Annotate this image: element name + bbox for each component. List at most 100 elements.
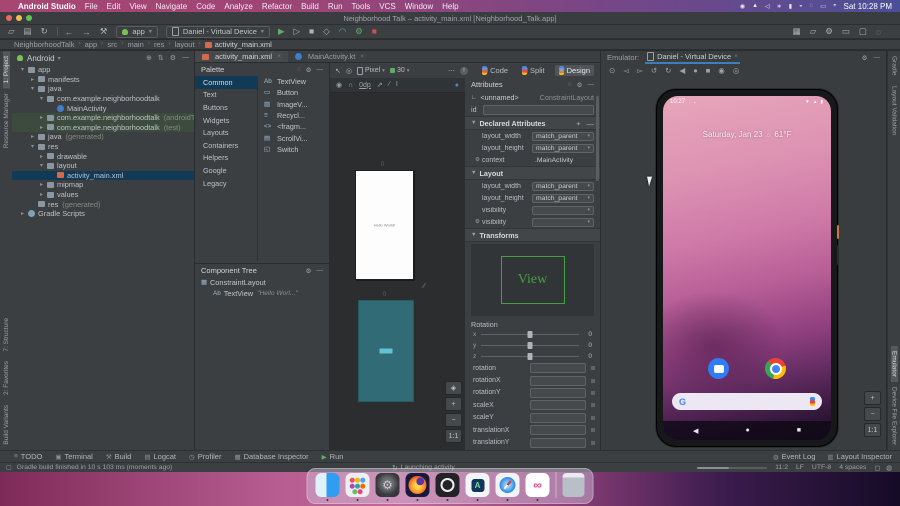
slider-thumb[interactable] <box>528 342 533 349</box>
dock-app-icon[interactable] <box>496 473 520 497</box>
emulator-zoom-button[interactable]: − <box>864 407 881 421</box>
emulator-control-icon[interactable]: ◀ <box>679 66 685 75</box>
emulator-control-icon[interactable]: ■ <box>706 66 711 75</box>
toolbar-right-icon[interactable]: ▢ <box>859 26 867 37</box>
toolbar-right-icon[interactable]: ▦ <box>793 26 801 37</box>
nav-back-button[interactable]: ◀ <box>693 427 698 435</box>
palette-category[interactable]: Layouts <box>195 126 257 139</box>
emulator-control-icon[interactable]: ↻ <box>665 66 671 75</box>
breadcrumb-item[interactable]: NeighborhoodTalk <box>14 40 74 49</box>
menubar-item[interactable]: View <box>129 2 146 11</box>
zoom-control-button[interactable]: − <box>445 413 462 427</box>
id-input[interactable] <box>483 105 594 115</box>
attributes-header-icon[interactable]: ⚙ <box>577 81 583 89</box>
transform-field-input[interactable] <box>530 425 586 435</box>
menubar-item[interactable]: Navigate <box>156 2 188 11</box>
status-bar-icon[interactable]: ◍ <box>886 464 892 472</box>
breadcrumb-item[interactable]: app <box>85 40 98 49</box>
tool-window-button[interactable]: ≡ TODO <box>14 452 42 461</box>
tree-expand-arrow[interactable]: ▾ <box>40 162 47 169</box>
menubar-item[interactable]: Code <box>196 2 215 11</box>
breadcrumb-file[interactable]: activity_main.xml <box>205 40 272 49</box>
palette-category[interactable]: Buttons <box>195 101 257 114</box>
attribute-value-dropdown[interactable]: .MainActivity <box>532 156 594 165</box>
toolbar-run-icon[interactable]: ■ <box>309 26 314 37</box>
component-tree-header-icon[interactable]: — <box>317 267 324 275</box>
design-preview-phone[interactable]: Hello World! <box>355 170 414 280</box>
tree-row[interactable]: ▾ layout <box>12 161 194 171</box>
breadcrumb-item[interactable]: src <box>107 40 117 49</box>
remove-attribute-button[interactable]: — <box>587 119 595 128</box>
toolbar-right-icon[interactable]: ▱ <box>810 26 817 37</box>
palette-item[interactable]: Ab TextView <box>258 76 329 87</box>
transform-field-input[interactable] <box>530 388 586 398</box>
component-tree-row[interactable]: Ab TextView "Hello Worl..." <box>195 288 329 299</box>
menubar-status-icon[interactable]: ▲ <box>752 3 758 10</box>
tree-row[interactable]: activity_main.xml <box>12 171 194 181</box>
project-header-icon[interactable]: ⇅ <box>158 54 164 62</box>
status-bar-icon[interactable]: ◻ <box>874 464 880 472</box>
tree-expand-arrow[interactable]: ▾ <box>31 85 38 92</box>
project-view-selector[interactable]: Android <box>27 54 55 63</box>
toolbar-nav-icon[interactable]: ← <box>65 27 74 37</box>
tool-window-button[interactable]: 1: Project <box>3 51 10 88</box>
editor-mode-button[interactable]: ▣ Design <box>555 65 594 76</box>
voice-search-mic-icon[interactable] <box>810 397 815 406</box>
attributes-header-icon[interactable]: — <box>588 81 595 89</box>
palette-item[interactable]: ▭ Button <box>258 87 329 98</box>
tree-row[interactable]: ▸ Gradle Scripts <box>12 209 194 219</box>
menubar-item[interactable]: Tools <box>352 2 371 11</box>
toolbar-run-icon[interactable]: ◠ <box>339 26 346 37</box>
editor-tab[interactable]: activity_main.xml × <box>195 51 288 62</box>
zoom-control-button[interactable]: + <box>445 397 462 411</box>
tool-window-button[interactable]: ▣ Terminal <box>55 452 93 461</box>
tool-window-button[interactable]: ▶ Run <box>322 452 344 461</box>
menubar-item[interactable]: Run <box>328 2 343 11</box>
toolbar-run-icon[interactable]: ▶ <box>278 26 285 37</box>
emulator-zoom-button[interactable]: 1:1 <box>864 423 881 437</box>
tool-window-button[interactable]: Device File Explorer <box>891 382 898 450</box>
menubar-status-icon[interactable]: ▭ <box>820 3 826 10</box>
constraint-tool-icon[interactable]: ⇗ <box>377 81 383 89</box>
tree-row[interactable]: res (generated) <box>12 199 194 209</box>
palette-category[interactable]: Text <box>195 89 257 102</box>
palette-category[interactable]: Widgets <box>195 114 257 127</box>
emulator-header-icon[interactable]: — <box>874 54 881 62</box>
constraint-tool-icon[interactable]: I <box>396 81 398 89</box>
tree-row[interactable]: ▸ com.example.neighborhoodtalk (test) <box>12 123 194 133</box>
add-attribute-button[interactable]: + <box>576 119 580 128</box>
resource-picker-icon[interactable] <box>591 441 595 445</box>
menubar-status-icon[interactable]: ∗ <box>777 3 782 10</box>
attribute-value-dropdown[interactable]: match_parent <box>532 194 594 203</box>
tree-expand-arrow[interactable]: ▸ <box>40 181 47 188</box>
resource-picker-icon[interactable] <box>591 428 595 432</box>
tree-row[interactable]: ▾ java <box>12 84 194 94</box>
menubar-item[interactable]: Edit <box>107 2 121 11</box>
zoom-control-button[interactable]: 1:1 <box>445 429 462 443</box>
breadcrumb-item[interactable]: res <box>154 40 164 49</box>
attribute-value-dropdown[interactable]: match_parent <box>532 144 594 153</box>
component-tree-row[interactable]: ▦ ConstraintLayout <box>195 277 329 288</box>
tree-expand-arrow[interactable]: ▾ <box>40 95 47 102</box>
tool-window-button[interactable]: ▦ Database Inspector <box>234 452 308 461</box>
transforms-section[interactable]: ▼ Transforms <box>465 228 600 242</box>
palette-item[interactable]: ≡ Recycl... <box>258 110 329 121</box>
emulator-header-icon[interactable]: ⚙ <box>862 54 868 62</box>
palette-item[interactable]: <> <fragm... <box>258 121 329 132</box>
toolbar-right-icon[interactable]: ◌ <box>876 27 881 37</box>
menubar-status-icon[interactable]: ◁ <box>765 3 770 10</box>
menubar-status-icon[interactable]: ◌ <box>810 3 814 10</box>
slider-thumb[interactable] <box>528 331 533 338</box>
design-warning-badge[interactable]: ! <box>460 67 468 75</box>
menubar-item[interactable]: File <box>85 2 98 11</box>
tree-expand-arrow[interactable]: ▸ <box>31 76 38 83</box>
emulator-zoom-button[interactable]: + <box>864 391 881 405</box>
default-margin-selector[interactable]: 0dp <box>359 82 371 89</box>
dock-app-icon[interactable] <box>406 473 430 497</box>
slider-thumb[interactable] <box>528 353 533 360</box>
indent-setting[interactable]: 4 spaces <box>839 464 866 471</box>
window-manager-icon[interactable]: ▢ <box>6 464 12 471</box>
palette-category[interactable]: Google <box>195 164 257 177</box>
tree-expand-arrow[interactable]: ▸ <box>40 191 47 198</box>
attribute-value-dropdown[interactable] <box>532 218 594 227</box>
